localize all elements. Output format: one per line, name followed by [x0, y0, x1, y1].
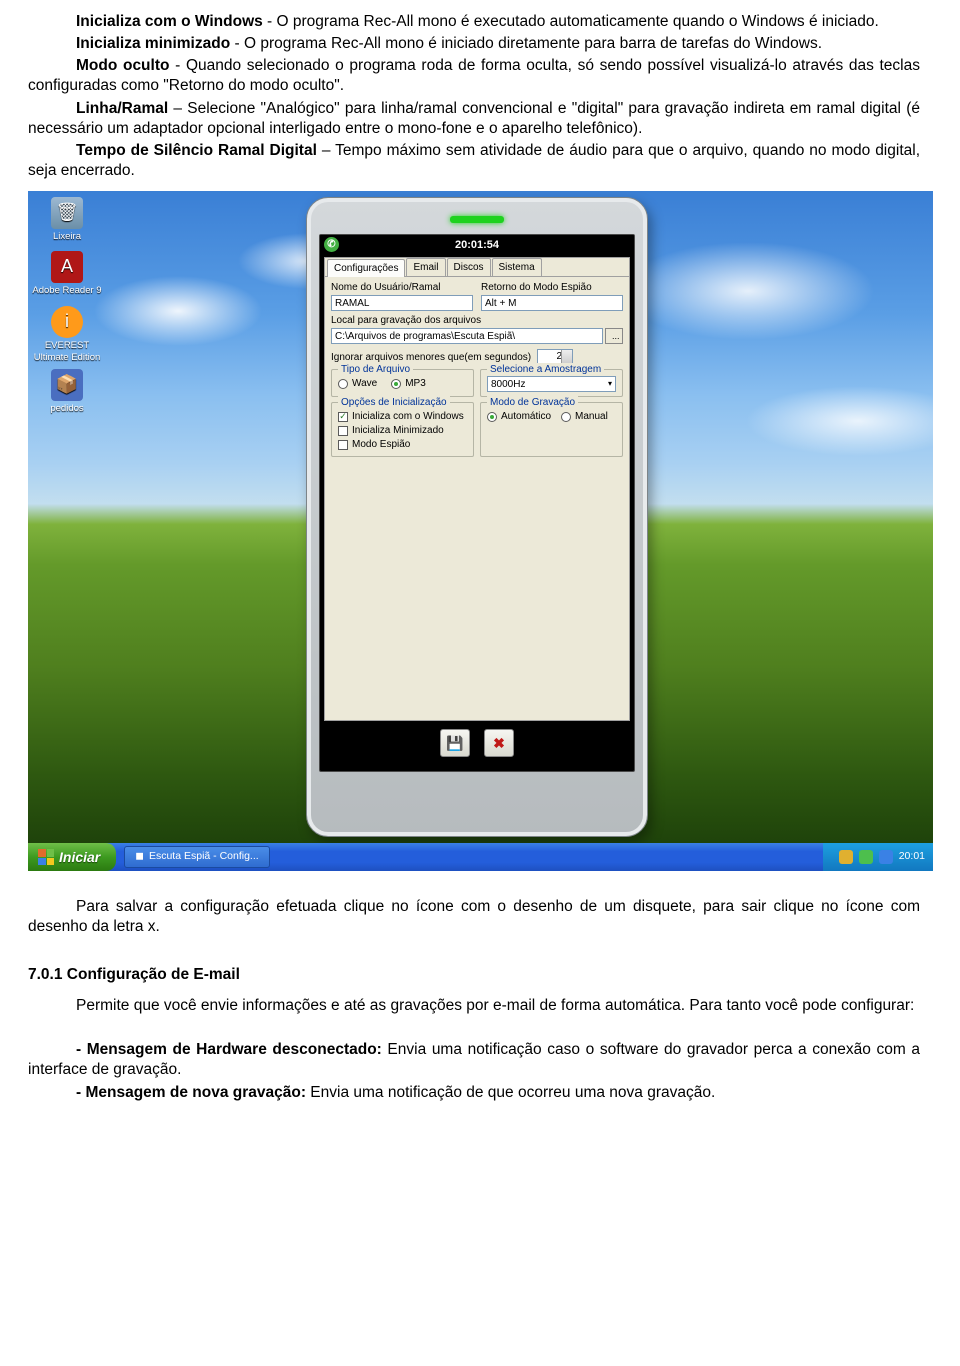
floppy-icon: 💾: [446, 735, 463, 752]
desktop-icon-recycle-bin[interactable]: 🗑 Lixeira: [32, 197, 102, 243]
radio-manual[interactable]: Manual: [561, 410, 608, 423]
taskbar-item-app[interactable]: ◼ Escuta Espiã - Config...: [124, 846, 269, 868]
input-retorno[interactable]: [481, 295, 623, 311]
close-icon: ✖: [493, 735, 505, 752]
input-path[interactable]: [331, 328, 603, 344]
app-taskbar-icon: ◼: [135, 850, 144, 864]
recycle-bin-icon: 🗑: [51, 197, 83, 229]
paragraph: Linha/Ramal – Selecione "Analógico" para…: [28, 99, 920, 139]
paragraph: Inicializa com o Windows - O programa Re…: [28, 12, 920, 32]
check-init-windows[interactable]: ✓Inicializa com o Windows: [338, 410, 467, 423]
phone-icon: ✆: [324, 237, 339, 252]
check-init-minimized[interactable]: Inicializa Minimizado: [338, 424, 467, 437]
browse-button[interactable]: ...: [605, 328, 623, 344]
settings-panel: Configurações Email Discos Sistema Nome …: [324, 257, 630, 721]
radio-wave[interactable]: Wave: [338, 377, 377, 390]
term: Inicializa com o Windows: [76, 13, 263, 30]
input-user[interactable]: [331, 295, 473, 311]
start-button[interactable]: Iniciar: [28, 843, 116, 871]
everest-icon: i: [51, 306, 83, 338]
term: Inicializa minimizado: [76, 35, 230, 52]
label-retorno: Retorno do Modo Espião: [481, 281, 623, 294]
close-button[interactable]: ✖: [484, 729, 514, 757]
desktop-icon-everest[interactable]: i EVEREST Ultimate Edition: [32, 306, 102, 365]
adobe-reader-icon: A: [51, 251, 83, 283]
desktop-icon-pedidos[interactable]: 📦 pedidos: [32, 369, 102, 415]
paragraph: Inicializa minimizado - O programa Rec-A…: [28, 34, 920, 54]
paragraph: Tempo de Silêncio Ramal Digital – Tempo …: [28, 141, 920, 181]
group-tipo-arquivo: Tipo de Arquivo Wave MP3: [331, 369, 474, 397]
taskbar: Iniciar ◼ Escuta Espiã - Config... 20:01: [28, 843, 933, 871]
term: Tempo de Silêncio Ramal Digital: [76, 142, 317, 159]
status-bar: ✆ 20:01:54: [320, 235, 634, 255]
system-tray[interactable]: 20:01: [823, 843, 933, 871]
document-body: Inicializa com o Windows - O programa Re…: [0, 0, 960, 1136]
device-screen: ✆ 20:01:54 Configurações Email Discos Si…: [319, 234, 635, 772]
device-frame: ✆ 20:01:54 Configurações Email Discos Si…: [306, 197, 648, 837]
windows-logo-icon: [38, 849, 54, 865]
device-top-bar: [307, 206, 647, 232]
radio-automatico[interactable]: Automático: [487, 410, 551, 423]
term: Linha/Ramal: [76, 100, 168, 117]
label-ignorar: Ignorar arquivos menores que(em segundos…: [331, 351, 531, 364]
list-item: - Mensagem de Hardware desconectado: Env…: [28, 1040, 920, 1080]
tab-strip: Configurações Email Discos Sistema: [325, 258, 629, 277]
save-button[interactable]: 💾: [440, 729, 470, 757]
label-user: Nome do Usuário/Ramal: [331, 281, 473, 294]
paragraph: Para salvar a configuração efetuada cliq…: [28, 897, 920, 937]
status-clock: 20:01:54: [455, 238, 499, 252]
tray-clock: 20:01: [899, 850, 925, 864]
radio-mp3[interactable]: MP3: [391, 377, 426, 390]
tray-icon[interactable]: [859, 850, 873, 864]
section-heading: 7.0.1 Configuração de E-mail: [28, 965, 920, 985]
group-opcoes-inicializacao: Opções de Inicialização ✓Inicializa com …: [331, 402, 474, 457]
tab-discos[interactable]: Discos: [447, 258, 491, 276]
group-amostragem: Selecione a Amostragem 8000Hz: [480, 369, 623, 397]
settings-form: Nome do Usuário/Ramal Retorno do Modo Es…: [325, 277, 629, 720]
device-led-icon: [450, 216, 504, 223]
tray-icon[interactable]: [839, 850, 853, 864]
pedidos-icon: 📦: [51, 369, 83, 401]
tab-configuracoes[interactable]: Configurações: [327, 259, 405, 277]
tab-email[interactable]: Email: [406, 258, 445, 276]
group-modo-gravacao: Modo de Gravação Automático Manual: [480, 402, 623, 457]
tray-icon[interactable]: [879, 850, 893, 864]
label-local: Local para gravação dos arquivos: [331, 314, 623, 327]
term: Modo oculto: [76, 57, 169, 74]
check-modo-espiao[interactable]: Modo Espião: [338, 438, 467, 451]
paragraph: Modo oculto - Quando selecionado o progr…: [28, 56, 920, 96]
list-item: - Mensagem de nova gravação: Envia uma n…: [28, 1083, 920, 1103]
tab-sistema[interactable]: Sistema: [492, 258, 542, 276]
paragraph: Permite que você envie informações e até…: [28, 996, 920, 1016]
panel-actions: 💾 ✖: [320, 729, 634, 763]
desktop-icon-adobe-reader[interactable]: A Adobe Reader 9: [32, 251, 102, 297]
select-amostragem[interactable]: 8000Hz: [487, 376, 616, 392]
screenshot-desktop: 🗑 Lixeira A Adobe Reader 9 i EVEREST Ult…: [28, 191, 933, 871]
